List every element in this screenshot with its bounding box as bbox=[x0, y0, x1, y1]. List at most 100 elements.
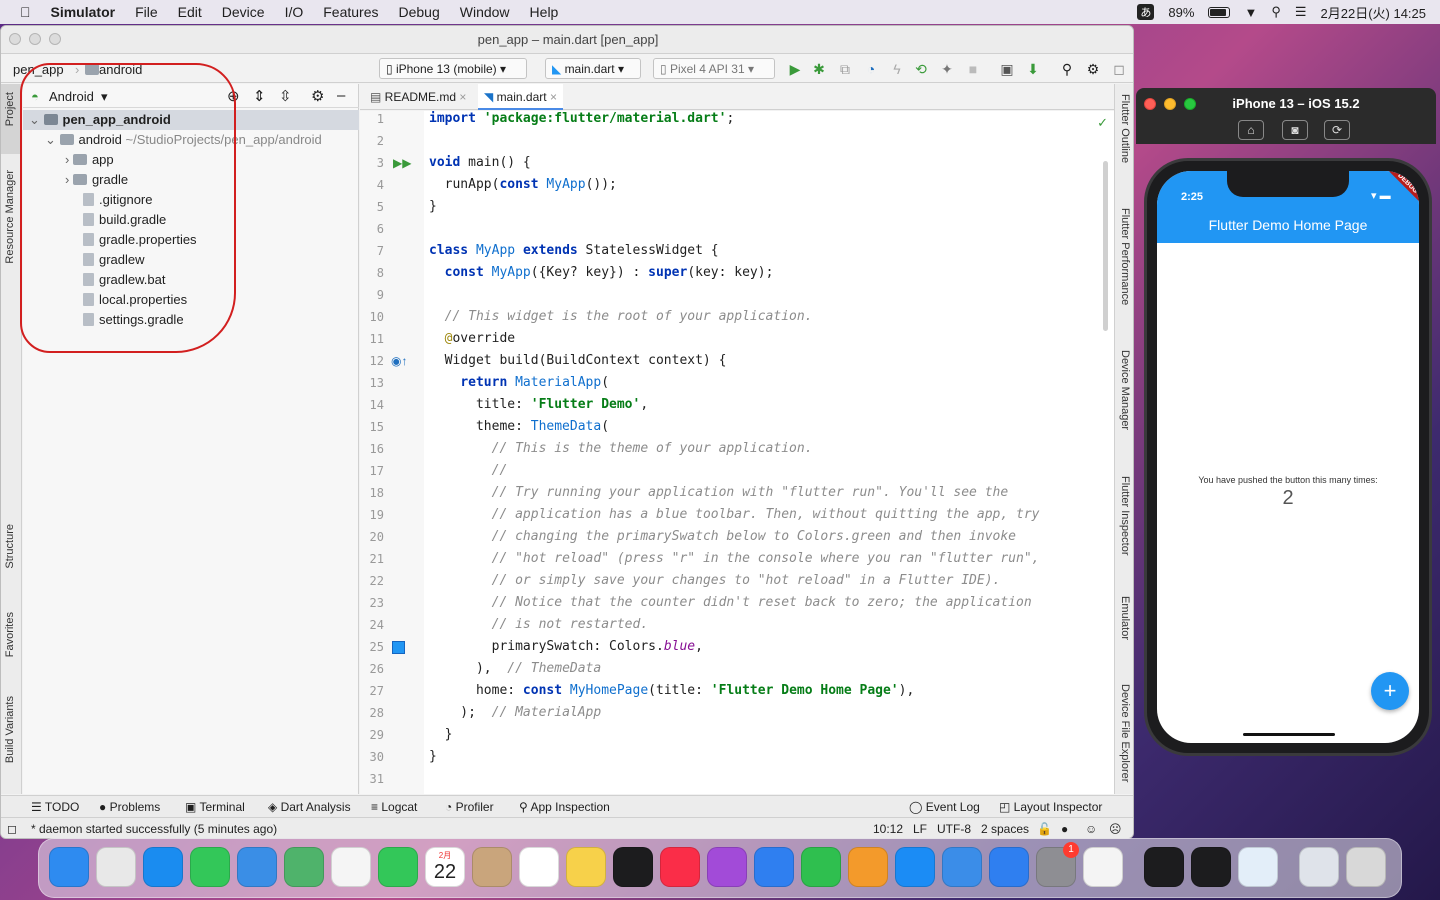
calendar-icon[interactable]: 2月 22 bbox=[425, 847, 465, 887]
run-config-selector[interactable]: ◣ main.dart ▾ bbox=[545, 58, 641, 79]
tool-dart-analysis[interactable]: ◈ Dart Analysis bbox=[268, 800, 351, 814]
screenshot-icon[interactable]: ◙ bbox=[1282, 120, 1308, 140]
line-number[interactable]: 7 bbox=[358, 244, 384, 258]
attach-debugger-icon[interactable]: ⧉ bbox=[837, 61, 853, 77]
wifi-icon[interactable]: ▼ bbox=[1244, 5, 1257, 20]
search-icon[interactable]: ⚲ bbox=[1059, 61, 1075, 77]
line-number[interactable]: 29 bbox=[358, 728, 384, 742]
apple-icon[interactable]:  bbox=[20, 4, 31, 20]
tv-icon[interactable] bbox=[613, 847, 653, 887]
toggle-tool-windows-icon[interactable]: ◻ bbox=[7, 822, 17, 836]
line-number[interactable]: 8 bbox=[358, 266, 384, 280]
code-line[interactable]: // bbox=[429, 463, 508, 478]
code-line[interactable]: title: 'Flutter Demo', bbox=[429, 397, 648, 412]
mail-icon[interactable] bbox=[237, 847, 277, 887]
code-line[interactable]: void main() { bbox=[429, 155, 531, 170]
line-number[interactable]: 20 bbox=[358, 530, 384, 544]
contacts-icon[interactable] bbox=[472, 847, 512, 887]
clock[interactable]: 2月22日(火) 14:25 bbox=[1321, 3, 1427, 22]
sdk-manager-icon[interactable]: ⬇ bbox=[1025, 61, 1041, 77]
line-number[interactable]: 22 bbox=[358, 574, 384, 588]
tool-problems[interactable]: ● Problems bbox=[99, 800, 160, 814]
code-line[interactable]: } bbox=[429, 749, 437, 764]
line-number[interactable]: 26 bbox=[358, 662, 384, 676]
numbers-icon[interactable] bbox=[801, 847, 841, 887]
keynote-icon[interactable] bbox=[754, 847, 794, 887]
phone-screen[interactable]: 2:25 ▾ ▬ DEBUG Flutter Demo Home Page Yo… bbox=[1157, 171, 1419, 743]
line-number[interactable]: 2 bbox=[358, 134, 384, 148]
code-line[interactable]: } bbox=[429, 727, 453, 742]
reminders-icon[interactable] bbox=[519, 847, 559, 887]
tool-layout-inspector[interactable]: ◰ Layout Inspector bbox=[999, 800, 1102, 814]
tool-terminal[interactable]: ▣ Terminal bbox=[185, 800, 245, 814]
trash-icon[interactable] bbox=[1346, 847, 1386, 887]
tool-app-inspection[interactable]: ⚲ App Inspection bbox=[519, 800, 610, 814]
line-number[interactable]: 17 bbox=[358, 464, 384, 478]
menu-debug[interactable]: Debug bbox=[398, 4, 439, 20]
menu-device[interactable]: Device bbox=[222, 4, 265, 20]
code-line[interactable]: } bbox=[429, 199, 437, 214]
checkmark-icon[interactable]: ✓ bbox=[1097, 115, 1108, 131]
expand-all-icon[interactable]: ⇕ bbox=[253, 87, 266, 105]
gear-icon[interactable]: ⚙ bbox=[311, 87, 324, 105]
code-line[interactable]: // This widget is the root of your appli… bbox=[429, 309, 813, 324]
tool-logcat[interactable]: ≡ Logcat bbox=[371, 800, 417, 814]
safari-icon[interactable] bbox=[143, 847, 183, 887]
menu-file[interactable]: File bbox=[135, 4, 158, 20]
tab-structure[interactable]: Structure bbox=[4, 524, 16, 569]
code-line[interactable]: runApp(const MyApp()); bbox=[429, 177, 617, 192]
music-icon[interactable] bbox=[660, 847, 700, 887]
sad-face-icon[interactable]: ☹ bbox=[1109, 822, 1122, 836]
line-number[interactable]: 15 bbox=[358, 420, 384, 434]
color-swatch-icon[interactable] bbox=[392, 641, 405, 654]
notes-icon[interactable] bbox=[566, 847, 606, 887]
search-icon[interactable]: ⚲ bbox=[1271, 4, 1281, 20]
hot-reload-icon[interactable]: ϟ bbox=[889, 61, 905, 77]
line-number[interactable]: 28 bbox=[358, 706, 384, 720]
tab-project[interactable]: Project bbox=[4, 92, 16, 126]
close-icon[interactable]: × bbox=[459, 90, 466, 104]
notification-icon[interactable]: ● bbox=[1061, 822, 1068, 836]
hide-panel-icon[interactable]: – bbox=[337, 87, 345, 104]
tab-flutter-performance[interactable]: Flutter Performance bbox=[1119, 208, 1131, 305]
tab-readme[interactable]: ▤ README.md × bbox=[364, 84, 472, 110]
code-line[interactable]: home: const MyHomePage(title: 'Flutter D… bbox=[429, 683, 914, 698]
line-number[interactable]: 3 bbox=[358, 156, 384, 170]
line-number[interactable]: 21 bbox=[358, 552, 384, 566]
tab-build-variants[interactable]: Build Variants bbox=[4, 696, 16, 763]
code-line[interactable]: // is not restarted. bbox=[429, 617, 649, 632]
line-number[interactable]: 16 bbox=[358, 442, 384, 456]
gear-icon[interactable]: ⚙ bbox=[1085, 61, 1101, 77]
line-number[interactable]: 4 bbox=[358, 178, 384, 192]
override-gutter-icon[interactable]: ◉↑ bbox=[391, 354, 407, 368]
apply-changes-icon[interactable]: ✦ bbox=[939, 61, 955, 77]
podcasts-icon[interactable] bbox=[707, 847, 747, 887]
tab-emulator[interactable]: Emulator bbox=[1119, 596, 1131, 640]
stop-icon[interactable]: ■ bbox=[965, 61, 981, 77]
chrome-icon[interactable] bbox=[1083, 847, 1123, 887]
photos-icon[interactable] bbox=[331, 847, 371, 887]
line-number[interactable]: 23 bbox=[358, 596, 384, 610]
caret-position[interactable]: 10:12 bbox=[873, 822, 903, 836]
pages-icon[interactable] bbox=[848, 847, 888, 887]
indent-setting[interactable]: 2 spaces bbox=[981, 822, 1029, 836]
device-selector[interactable]: ▯ iPhone 13 (mobile) ▾ bbox=[379, 58, 527, 79]
input-method-icon[interactable]: あ bbox=[1137, 4, 1155, 20]
lock-icon[interactable]: 🔓 bbox=[1037, 822, 1052, 836]
menu-window[interactable]: Window bbox=[460, 4, 510, 20]
line-number[interactable]: 1 bbox=[358, 112, 384, 126]
code-line[interactable]: return MaterialApp( bbox=[429, 375, 609, 390]
tab-device-manager[interactable]: Device Manager bbox=[1119, 350, 1131, 430]
home-indicator[interactable] bbox=[1243, 733, 1335, 736]
line-number[interactable]: 30 bbox=[358, 750, 384, 764]
finder-icon[interactable] bbox=[49, 847, 89, 887]
line-number[interactable]: 10 bbox=[358, 310, 384, 324]
line-number[interactable]: 9 bbox=[358, 288, 384, 302]
android-studio-icon[interactable] bbox=[1238, 847, 1278, 887]
downloads-icon[interactable] bbox=[1299, 847, 1339, 887]
hot-restart-icon[interactable]: ⟲ bbox=[913, 61, 929, 77]
terminal-icon[interactable] bbox=[1144, 847, 1184, 887]
code-line[interactable]: // Notice that the counter didn't reset … bbox=[429, 595, 1032, 610]
code-line[interactable]: Widget build(BuildContext context) { bbox=[429, 353, 727, 368]
code-line[interactable]: // or simply save your changes to "hot r… bbox=[429, 573, 1001, 588]
